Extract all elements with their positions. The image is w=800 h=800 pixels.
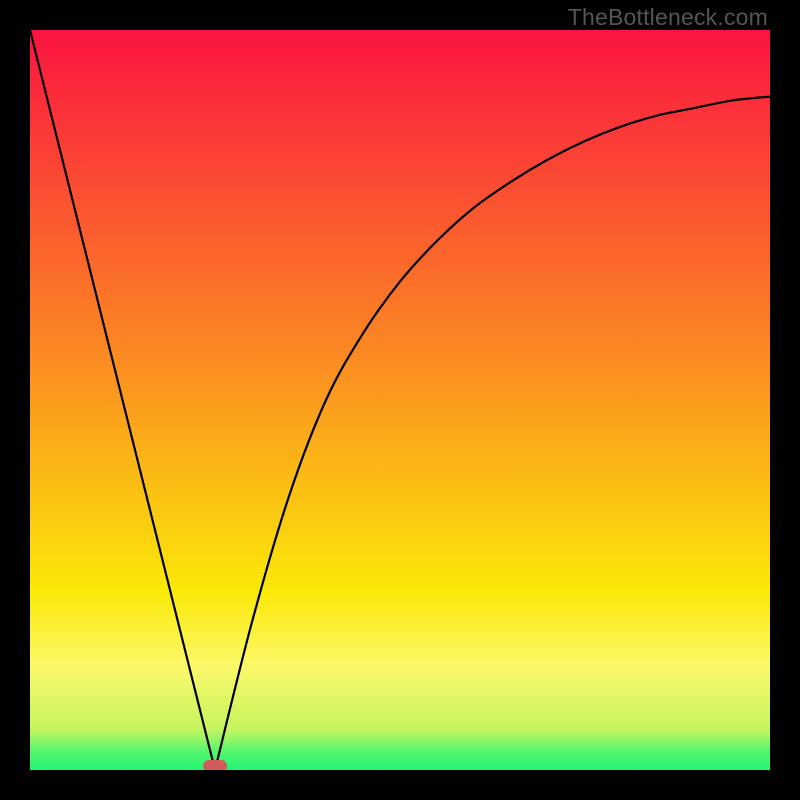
- chart-frame: TheBottleneck.com: [0, 0, 800, 800]
- plot-area: [30, 30, 770, 770]
- minimum-marker: [203, 760, 227, 770]
- minimum-marker-pill: [203, 760, 227, 770]
- watermark-label: TheBottleneck.com: [568, 4, 768, 31]
- bottleneck-curve: [30, 30, 770, 770]
